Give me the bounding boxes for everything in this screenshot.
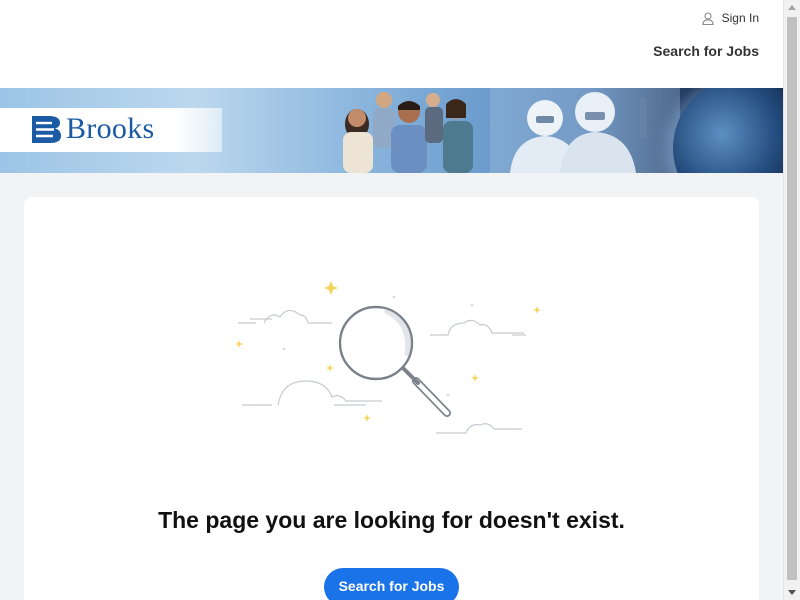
cloud-bottom-right bbox=[436, 423, 522, 434]
cloud-top-left bbox=[238, 309, 332, 324]
team-photo bbox=[343, 92, 473, 173]
search-jobs-nav-link[interactable]: Search for Jobs bbox=[653, 43, 759, 59]
sign-in-label: Sign In bbox=[721, 11, 759, 25]
brooks-logo[interactable]: Brooks bbox=[30, 112, 154, 146]
cloud-right bbox=[430, 319, 526, 336]
search-jobs-button[interactable]: Search for Jobs bbox=[324, 568, 459, 600]
page-viewport: Sign In Search for Jobs Brooks The page … bbox=[0, 0, 783, 600]
vertical-scrollbar[interactable] bbox=[783, 0, 800, 600]
site-header: Sign In Search for Jobs bbox=[0, 0, 783, 88]
scroll-down-arrow-icon[interactable] bbox=[788, 590, 796, 595]
lab-workers-photo bbox=[490, 88, 680, 173]
earth-image bbox=[673, 88, 783, 173]
not-found-illustration bbox=[236, 281, 541, 434]
user-icon bbox=[702, 11, 714, 25]
cloud-bottom-left bbox=[242, 380, 382, 406]
hero-banner: Brooks bbox=[0, 88, 783, 173]
error-card: The page you are looking for doesn't exi… bbox=[24, 197, 759, 600]
brooks-logo-text: Brooks bbox=[66, 112, 155, 145]
scrollbar-thumb[interactable] bbox=[787, 17, 797, 580]
error-message: The page you are looking for doesn't exi… bbox=[158, 507, 625, 533]
scroll-up-arrow-icon[interactable] bbox=[788, 5, 796, 10]
brooks-logo-mark-icon bbox=[32, 116, 61, 143]
magnifying-glass-icon bbox=[338, 305, 451, 417]
sign-in-link[interactable]: Sign In bbox=[702, 11, 759, 25]
